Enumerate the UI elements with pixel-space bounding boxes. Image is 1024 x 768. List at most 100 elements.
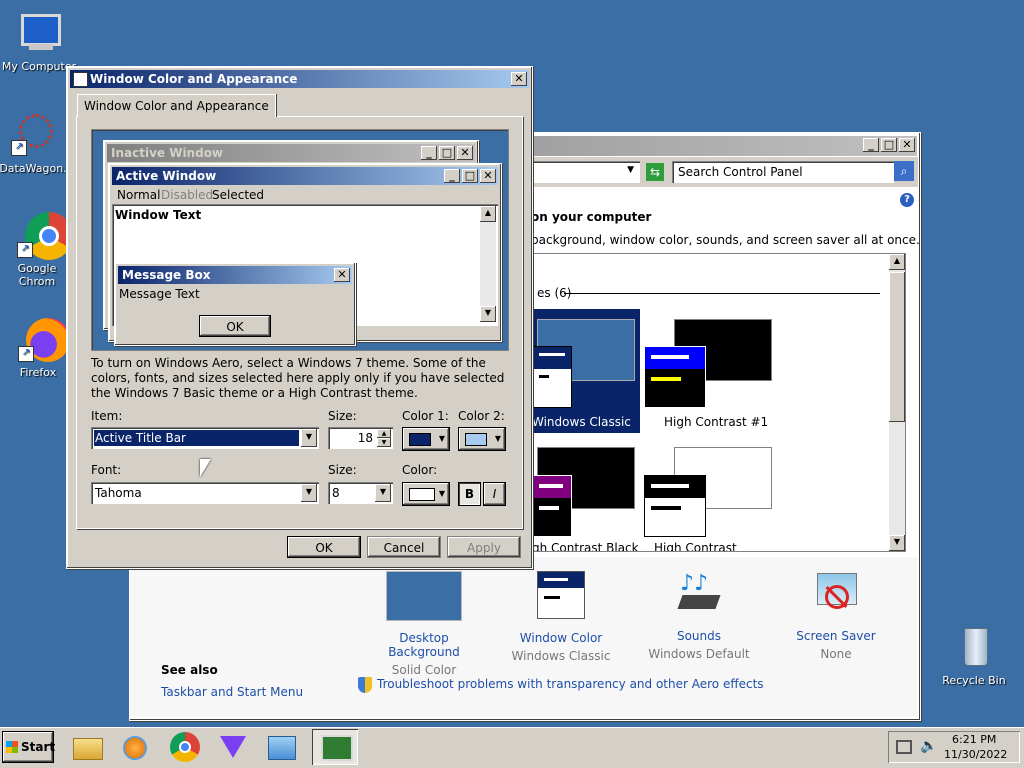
cancel-button[interactable]: Cancel	[367, 536, 441, 558]
theme-thumbnail-window	[644, 346, 706, 408]
troubleshoot-link[interactable]: Troubleshoot problems with transparency …	[377, 677, 764, 691]
item-label: Item:	[91, 409, 123, 423]
size-value: 18	[357, 431, 373, 445]
refresh-icon[interactable]: ⇆	[646, 163, 664, 181]
font-size-value: 8	[332, 486, 340, 500]
address-dropdown[interactable]: ▼	[520, 161, 640, 183]
font-color-button[interactable]: ▼	[402, 482, 450, 506]
desktop-icon-datawagon[interactable]: ↗ DataWagon.	[0, 112, 71, 175]
preview-menu-selected: Selected	[212, 188, 265, 202]
chevron-down-icon: ▼	[301, 484, 317, 502]
window-color-dialog: Window Color and Appearance ✕ Window Col…	[66, 66, 533, 569]
chevron-down-icon: ▼	[494, 434, 501, 443]
preview-message-box: Message Box ✕ Message Text OK	[114, 262, 356, 346]
page-heading: on your computer	[531, 210, 652, 224]
ok-button[interactable]: OK	[287, 536, 361, 558]
close-button[interactable]: ✕	[899, 138, 915, 152]
search-input[interactable]: Search Control Panel	[672, 161, 894, 183]
italic-button[interactable]: I	[483, 482, 506, 506]
color2-swatch	[465, 433, 487, 446]
theme-list-scrollbar[interactable]: ▲ ▼	[889, 254, 905, 551]
taskbar-explorer-icon[interactable]	[70, 732, 104, 762]
help-icon[interactable]: ?	[900, 193, 914, 207]
sounds-icon: ♪♪	[676, 571, 722, 617]
desktop-icon-recycle-bin[interactable]: Recycle Bin	[936, 624, 1012, 687]
desktop-icon-label: My Computer	[1, 60, 77, 73]
desktop-icon-my-computer[interactable]: My Computer	[1, 10, 77, 73]
item-subtitle: Windows Classic	[511, 649, 611, 663]
tab-window-color[interactable]: Window Color and Appearance	[77, 94, 276, 117]
item-select-value: Active Title Bar	[94, 430, 299, 446]
system-tray: 🔈 6:21 PM 11/30/2022	[888, 731, 1020, 763]
spin-down-icon[interactable]: ▼	[377, 438, 391, 447]
preview-ok-button: OK	[199, 315, 271, 337]
clock-date[interactable]: 11/30/2022	[944, 748, 1007, 761]
font-select[interactable]: Tahoma ▼	[91, 482, 319, 504]
sounds-item[interactable]: ♪♪ Sounds Windows Default	[639, 571, 759, 661]
desktop-icon-label: Google Chrom	[17, 262, 57, 288]
desktop-icon-label: Recycle Bin	[942, 674, 1006, 687]
minimize-button[interactable]: _	[863, 138, 879, 152]
desktop-background-item[interactable]: Desktop Background Solid Color	[364, 571, 484, 677]
scroll-down-icon: ▼	[480, 306, 496, 322]
preview-active-titlebar: Active Window _ □ ✕	[112, 167, 498, 185]
color1-label: Color 1:	[402, 409, 449, 423]
font-size-label: Size:	[328, 463, 357, 477]
font-color-swatch	[409, 488, 435, 501]
message-box-title: Message Box	[122, 268, 211, 282]
desktop-icon-label: Firefox	[19, 366, 57, 379]
desktop-icon-label: DataWagon.	[0, 162, 67, 175]
dialog-titlebar: Window Color and Appearance ✕	[70, 70, 529, 88]
preview-menu-disabled: Disabled	[161, 188, 214, 202]
taskbar-chrome-icon[interactable]	[168, 732, 202, 762]
volume-icon[interactable]: 🔈	[920, 738, 937, 754]
start-button[interactable]: Start	[2, 731, 55, 763]
chrome-icon: ↗	[13, 212, 73, 260]
bold-button[interactable]: B	[458, 482, 481, 506]
preview-scrollbar: ▲ ▼	[480, 206, 496, 322]
close-icon: ✕	[334, 268, 350, 282]
color1-swatch	[409, 433, 431, 446]
taskbar-media-player-icon[interactable]	[118, 732, 152, 762]
theme-high-contrast-1[interactable]: High Contrast #1	[644, 309, 772, 433]
theme-high-contrast-white[interactable]: High Contrast White	[644, 439, 772, 551]
chevron-down-icon: ▼	[301, 429, 317, 447]
size-spinner[interactable]: 18 ▲ ▼	[328, 427, 393, 449]
maximize-icon: □	[439, 146, 455, 160]
scroll-down-button[interactable]: ▼	[889, 535, 905, 551]
taskbar-start-menu-link[interactable]: Taskbar and Start Menu	[161, 685, 303, 699]
window-color-item[interactable]: Window Color Windows Classic	[501, 571, 621, 663]
preview-area: Inactive Window _ □ ✕ Active Window _ □ …	[91, 129, 509, 351]
desktop-icon-chrome[interactable]: ↗ Google Chrom	[0, 212, 75, 288]
taskbar-vpn-icon[interactable]	[216, 732, 250, 762]
item-title: Desktop Background	[388, 631, 460, 659]
taskbar-window-color-icon[interactable]	[312, 729, 358, 765]
item-select[interactable]: Active Title Bar ▼	[91, 427, 319, 449]
shield-icon	[358, 677, 372, 693]
theme-high-contrast-black[interactable]: gh Contrast Black	[532, 439, 640, 551]
firefox-icon: ↗	[14, 316, 70, 364]
taskbar-control-panel-icon[interactable]	[264, 732, 298, 762]
theme-windows-classic[interactable]: Windows Classic	[532, 309, 640, 433]
scroll-thumb[interactable]	[889, 272, 905, 422]
spin-up-icon[interactable]: ▲	[377, 429, 391, 438]
window-color-icon	[73, 72, 88, 87]
clock-time[interactable]: 6:21 PM	[952, 733, 996, 746]
tab-label: Window Color and Appearance	[84, 99, 269, 113]
search-icon[interactable]: ⌕	[894, 161, 914, 181]
mouse-cursor-icon	[200, 459, 211, 477]
maximize-button[interactable]: □	[881, 138, 897, 152]
scroll-up-button[interactable]: ▲	[889, 254, 905, 270]
close-button[interactable]: ✕	[511, 72, 527, 86]
desktop-icon-firefox[interactable]: ↗ Firefox	[0, 316, 76, 379]
apply-button[interactable]: Apply	[447, 536, 521, 558]
screen-saver-item[interactable]: Screen Saver None	[776, 571, 896, 661]
network-icon[interactable]	[896, 740, 912, 754]
theme-label: gh Contrast Black	[532, 541, 639, 552]
color2-button[interactable]: ▼	[458, 427, 506, 451]
font-select-value: Tahoma	[95, 486, 142, 500]
maximize-icon: □	[462, 169, 478, 183]
font-size-select[interactable]: 8 ▼	[328, 482, 393, 504]
color1-button[interactable]: ▼	[402, 427, 450, 451]
theme-label: High Contrast White	[654, 541, 737, 552]
